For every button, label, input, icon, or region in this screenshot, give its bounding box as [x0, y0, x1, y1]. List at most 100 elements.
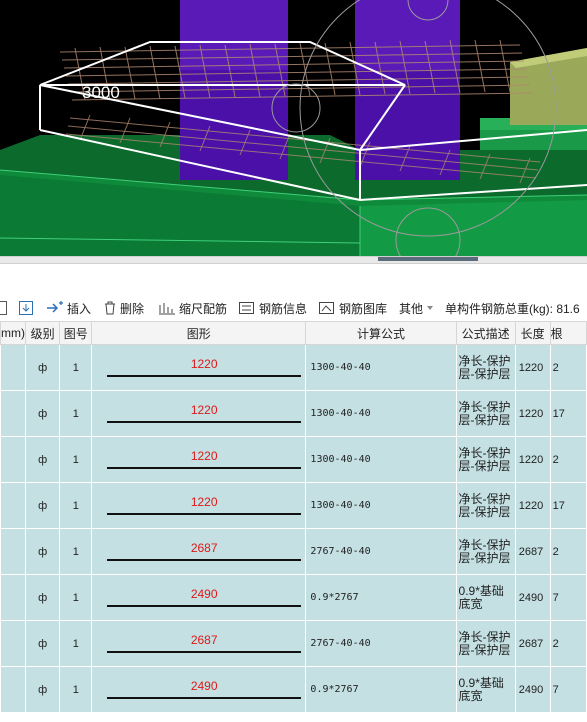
table-row[interactable]: ф 1 1220 1300-40-40 净长-保护层-保护层 1220 17 — [0, 482, 587, 529]
cell-shape[interactable]: 2490 — [91, 574, 307, 621]
cell-shape[interactable]: 1220 — [91, 344, 307, 391]
panel-splitter[interactable] — [0, 256, 587, 264]
cell-shape[interactable]: 1220 — [91, 482, 307, 529]
cell-fig-no[interactable]: 1 — [59, 482, 93, 529]
rebar-shape-drawing: 2490 — [107, 675, 302, 705]
cell-diameter[interactable] — [0, 574, 26, 621]
table-row[interactable]: ф 1 2687 2767-40-40 净长-保护层-保护层 2687 2 — [0, 620, 587, 667]
cell-length[interactable]: 2490 — [515, 666, 551, 713]
cell-diameter[interactable] — [0, 344, 26, 391]
cell-count[interactable]: 17 — [550, 482, 587, 529]
cell-grade[interactable]: ф — [25, 574, 61, 621]
cell-length[interactable]: 1220 — [515, 436, 551, 483]
cell-formula[interactable]: 1300-40-40 — [305, 436, 457, 483]
cell-description[interactable]: 净长-保护层-保护层 — [456, 528, 516, 575]
move-down-button[interactable] — [18, 296, 34, 320]
col-header-desc[interactable]: 公式描述 — [455, 321, 516, 345]
shape-length-value: 1220 — [190, 356, 218, 371]
insert-button[interactable]: 插入 — [46, 296, 91, 320]
cell-count[interactable]: 7 — [550, 666, 587, 713]
cell-count[interactable]: 2 — [550, 436, 587, 483]
cell-grade[interactable]: ф — [25, 390, 61, 437]
rebar-line — [107, 466, 302, 469]
col-header-shape[interactable]: 图形 — [91, 321, 307, 345]
cell-shape[interactable]: 2490 — [91, 666, 307, 713]
cell-diameter[interactable] — [0, 620, 26, 667]
rebar-shape-drawing: 1220 — [107, 353, 302, 383]
cell-length[interactable]: 2687 — [515, 620, 551, 667]
cell-description[interactable]: 净长-保护层-保护层 — [456, 620, 516, 667]
cell-description[interactable]: 净长-保护层-保护层 — [456, 344, 516, 391]
cell-length[interactable]: 1220 — [515, 390, 551, 437]
insert-label: 插入 — [67, 301, 92, 316]
cell-count[interactable]: 2 — [550, 620, 587, 667]
cell-description[interactable]: 0.9*基础底宽 — [456, 574, 516, 621]
rebar-line — [107, 650, 302, 653]
cell-description[interactable]: 净长-保护层-保护层 — [456, 390, 516, 437]
table-row[interactable]: ф 1 2687 2767-40-40 净长-保护层-保护层 2687 2 — [0, 528, 587, 575]
3d-viewport[interactable]: 3000 — [0, 0, 587, 256]
cell-formula[interactable]: 2767-40-40 — [305, 620, 457, 667]
cell-formula[interactable]: 2767-40-40 — [305, 528, 457, 575]
rebar-info-button[interactable]: 钢筋信息 — [238, 296, 307, 320]
table-row[interactable]: ф 1 2490 0.9*2767 0.9*基础底宽 2490 7 — [0, 666, 587, 713]
cell-length[interactable]: 2490 — [515, 574, 551, 621]
cell-fig-no[interactable]: 1 — [59, 390, 93, 437]
prev-button[interactable] — [0, 296, 8, 320]
cell-formula[interactable]: 1300-40-40 — [305, 344, 457, 391]
cell-fig-no[interactable]: 1 — [59, 436, 93, 483]
col-header-diameter[interactable]: mm) — [0, 321, 26, 345]
cell-formula[interactable]: 1300-40-40 — [305, 390, 457, 437]
cell-diameter[interactable] — [0, 436, 26, 483]
cell-formula[interactable]: 0.9*2767 — [305, 574, 457, 621]
cell-diameter[interactable] — [0, 390, 26, 437]
cell-fig-no[interactable]: 1 — [59, 574, 93, 621]
shape-length-value: 1220 — [190, 402, 218, 417]
cell-shape[interactable]: 1220 — [91, 390, 307, 437]
col-header-length[interactable]: 长度 — [514, 321, 551, 345]
cell-grade[interactable]: ф — [25, 344, 61, 391]
cell-description[interactable]: 净长-保护层-保护层 — [456, 436, 516, 483]
cell-count[interactable]: 2 — [550, 528, 587, 575]
col-header-formula[interactable]: 计算公式 — [305, 321, 457, 345]
cell-length[interactable]: 1220 — [515, 482, 551, 529]
cell-shape[interactable]: 2687 — [91, 620, 307, 667]
table-row[interactable]: ф 1 1220 1300-40-40 净长-保护层-保护层 1220 17 — [0, 390, 587, 437]
col-header-fig-no[interactable]: 图号 — [59, 321, 93, 345]
cell-fig-no[interactable]: 1 — [59, 528, 93, 575]
col-header-count[interactable]: 根 — [549, 321, 587, 345]
cell-fig-no[interactable]: 1 — [59, 344, 93, 391]
cell-count[interactable]: 2 — [550, 344, 587, 391]
cell-grade[interactable]: ф — [25, 436, 61, 483]
cell-length[interactable]: 2687 — [515, 528, 551, 575]
other-menu-button[interactable]: 其他 — [399, 296, 434, 320]
cell-fig-no[interactable]: 1 — [59, 666, 93, 713]
cell-grade[interactable]: ф — [25, 620, 61, 667]
cell-count[interactable]: 17 — [550, 390, 587, 437]
cell-grade[interactable]: ф — [25, 666, 61, 713]
table-row[interactable]: ф 1 1220 1300-40-40 净长-保护层-保护层 1220 2 — [0, 344, 587, 391]
cell-formula[interactable]: 0.9*2767 — [305, 666, 457, 713]
cell-grade[interactable]: ф — [25, 482, 61, 529]
table-row[interactable]: ф 1 2490 0.9*2767 0.9*基础底宽 2490 7 — [0, 574, 587, 621]
cell-shape[interactable]: 1220 — [91, 436, 307, 483]
table-row[interactable]: ф 1 1220 1300-40-40 净长-保护层-保护层 1220 2 — [0, 436, 587, 483]
scale-rebar-button[interactable]: 缩尺配筋 — [158, 296, 227, 320]
rebar-library-button[interactable]: 钢筋图库 — [318, 296, 387, 320]
splitter-grip[interactable] — [378, 257, 478, 261]
cell-count[interactable]: 7 — [550, 574, 587, 621]
cell-diameter[interactable] — [0, 666, 26, 713]
cell-shape[interactable]: 2687 — [91, 528, 307, 575]
cell-description[interactable]: 0.9*基础底宽 — [456, 666, 516, 713]
cell-diameter[interactable] — [0, 528, 26, 575]
cell-description[interactable]: 净长-保护层-保护层 — [456, 482, 516, 529]
col-header-grade[interactable]: 级别 — [24, 321, 61, 345]
cell-grade[interactable]: ф — [25, 528, 61, 575]
total-weight-display: 单构件钢筋总重(kg): 81.6 — [445, 296, 580, 320]
cell-length[interactable]: 1220 — [515, 344, 551, 391]
cell-formula[interactable]: 1300-40-40 — [305, 482, 457, 529]
cell-diameter[interactable] — [0, 482, 26, 529]
rebar-shape-drawing: 1220 — [107, 399, 302, 429]
cell-fig-no[interactable]: 1 — [59, 620, 93, 667]
delete-button[interactable]: 删除 — [103, 296, 144, 320]
